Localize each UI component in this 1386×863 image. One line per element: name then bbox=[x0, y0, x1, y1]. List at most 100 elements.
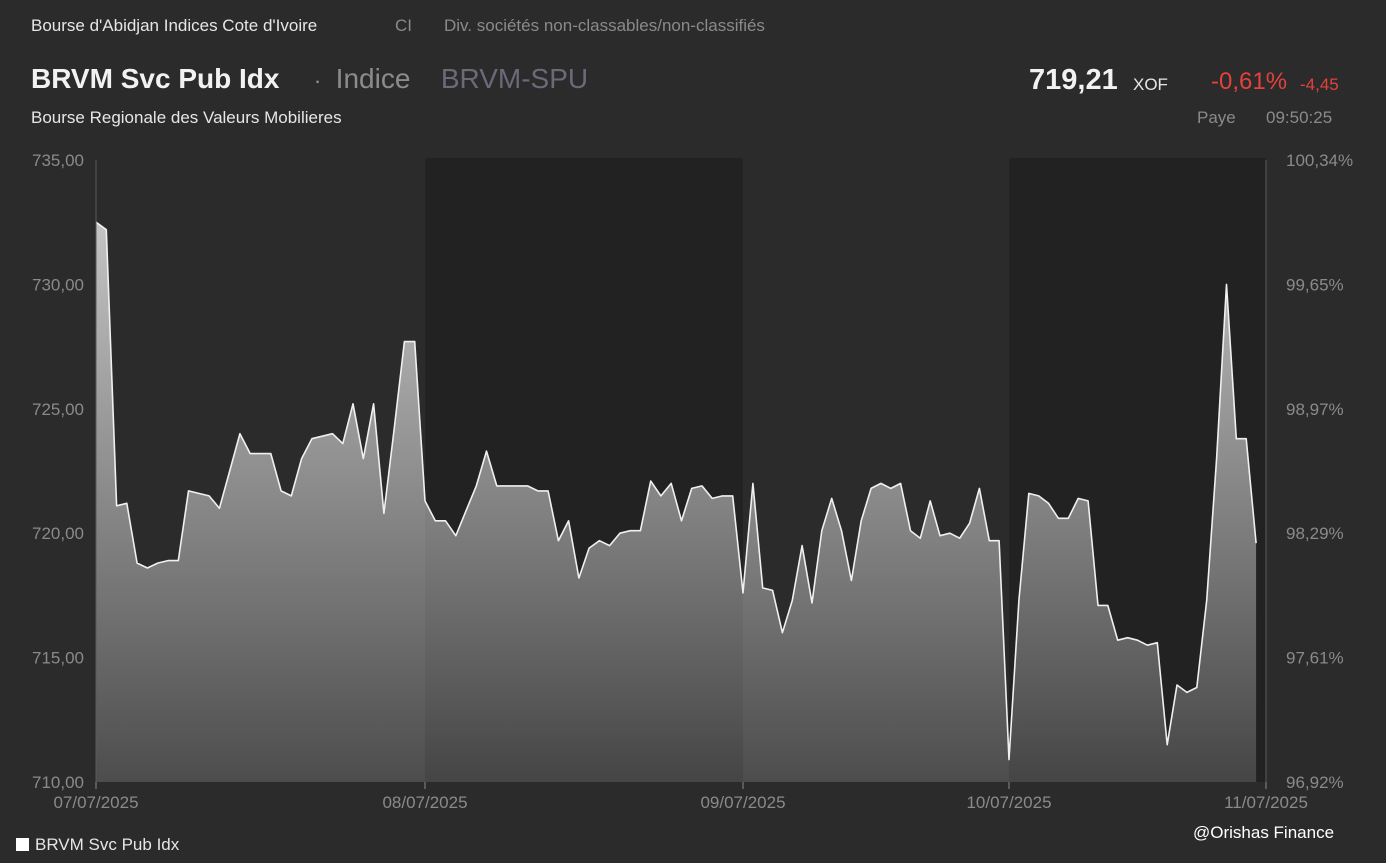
data-point bbox=[762, 587, 764, 589]
data-point bbox=[801, 544, 803, 546]
data-point bbox=[136, 562, 138, 564]
data-point bbox=[218, 507, 220, 509]
data-point bbox=[393, 428, 395, 430]
data-point bbox=[167, 559, 169, 561]
data-point bbox=[909, 530, 911, 532]
data-point bbox=[444, 520, 446, 522]
data-point bbox=[1087, 500, 1089, 502]
data-point bbox=[280, 490, 282, 492]
data-point bbox=[870, 487, 872, 489]
legend-swatch bbox=[16, 838, 29, 851]
data-point bbox=[506, 485, 508, 487]
price-chart[interactable]: 735,00 730,00 725,00 720,00 715,00 710,00 100,… bbox=[0, 0, 1386, 863]
data-point bbox=[249, 452, 251, 454]
data-point bbox=[660, 495, 662, 497]
data-point bbox=[516, 485, 518, 487]
data-point bbox=[629, 530, 631, 532]
legend-label: BRVM Svc Pub Idx bbox=[35, 835, 180, 854]
y2-tick-label: 98,97% bbox=[1286, 400, 1344, 419]
data-point bbox=[919, 537, 921, 539]
data-point bbox=[475, 485, 477, 487]
data-point bbox=[105, 229, 107, 231]
data-point bbox=[732, 495, 734, 497]
data-point bbox=[342, 442, 344, 444]
data-point bbox=[619, 532, 621, 534]
data-point bbox=[781, 632, 783, 634]
data-point bbox=[860, 520, 862, 522]
data-point bbox=[831, 497, 833, 499]
data-point bbox=[968, 522, 970, 524]
data-point bbox=[259, 452, 261, 454]
y2-tick-label: 98,29% bbox=[1286, 524, 1344, 543]
data-point bbox=[680, 520, 682, 522]
data-point bbox=[567, 520, 569, 522]
data-point bbox=[1136, 639, 1138, 641]
data-point bbox=[899, 482, 901, 484]
data-point bbox=[1206, 599, 1208, 601]
y-tick-label: 720,00 bbox=[32, 524, 84, 543]
data-point bbox=[311, 438, 313, 440]
data-point bbox=[1215, 457, 1217, 459]
data-point bbox=[1028, 492, 1030, 494]
data-point bbox=[949, 532, 951, 534]
data-point bbox=[821, 530, 823, 532]
data-point bbox=[1018, 599, 1020, 601]
data-point bbox=[1176, 684, 1178, 686]
x-tick-label: 08/07/2025 bbox=[382, 793, 467, 812]
data-point bbox=[1067, 517, 1069, 519]
data-point bbox=[1196, 686, 1198, 688]
data-point bbox=[988, 540, 990, 542]
data-point bbox=[187, 490, 189, 492]
data-point bbox=[1107, 604, 1109, 606]
data-point bbox=[691, 487, 693, 489]
data-point bbox=[239, 433, 241, 435]
data-point bbox=[771, 589, 773, 591]
data-point bbox=[434, 520, 436, 522]
data-point bbox=[1156, 642, 1158, 644]
data-point bbox=[1077, 497, 1079, 499]
y2-tick-label: 100,34% bbox=[1286, 151, 1353, 170]
data-point bbox=[95, 221, 97, 223]
data-point bbox=[424, 500, 426, 502]
data-point bbox=[721, 495, 723, 497]
data-point bbox=[321, 435, 323, 437]
data-point bbox=[1008, 758, 1010, 760]
data-point bbox=[1225, 283, 1227, 285]
data-point bbox=[1057, 517, 1059, 519]
data-point bbox=[1126, 637, 1128, 639]
data-point bbox=[465, 510, 467, 512]
x-tick-label: 09/07/2025 bbox=[700, 793, 785, 812]
data-point bbox=[1047, 502, 1049, 504]
data-point bbox=[840, 530, 842, 532]
data-point bbox=[362, 457, 364, 459]
x-tick-label: 10/07/2025 bbox=[966, 793, 1051, 812]
data-point bbox=[383, 512, 385, 514]
data-point bbox=[890, 487, 892, 489]
chart-legend[interactable]: BRVM Svc Pub Idx bbox=[16, 835, 179, 855]
data-point bbox=[496, 485, 498, 487]
data-point bbox=[939, 535, 941, 537]
data-point bbox=[978, 487, 980, 489]
data-point bbox=[1097, 604, 1099, 606]
data-point bbox=[126, 502, 128, 504]
y-tick-label: 730,00 bbox=[32, 275, 84, 294]
data-point bbox=[588, 547, 590, 549]
data-point bbox=[157, 562, 159, 564]
data-point bbox=[146, 567, 148, 569]
data-point bbox=[455, 535, 457, 537]
watermark: @Orishas Finance bbox=[1193, 823, 1335, 842]
data-point bbox=[701, 485, 703, 487]
data-point bbox=[270, 452, 272, 454]
data-point bbox=[850, 579, 852, 581]
data-point bbox=[929, 500, 931, 502]
data-point bbox=[485, 450, 487, 452]
data-point bbox=[1235, 438, 1237, 440]
data-point bbox=[403, 340, 405, 342]
data-point bbox=[1166, 744, 1168, 746]
y-tick-label: 710,00 bbox=[32, 773, 84, 792]
data-point bbox=[791, 599, 793, 601]
data-point bbox=[290, 495, 292, 497]
data-point bbox=[1245, 438, 1247, 440]
data-point bbox=[598, 540, 600, 542]
data-point bbox=[998, 540, 1000, 542]
